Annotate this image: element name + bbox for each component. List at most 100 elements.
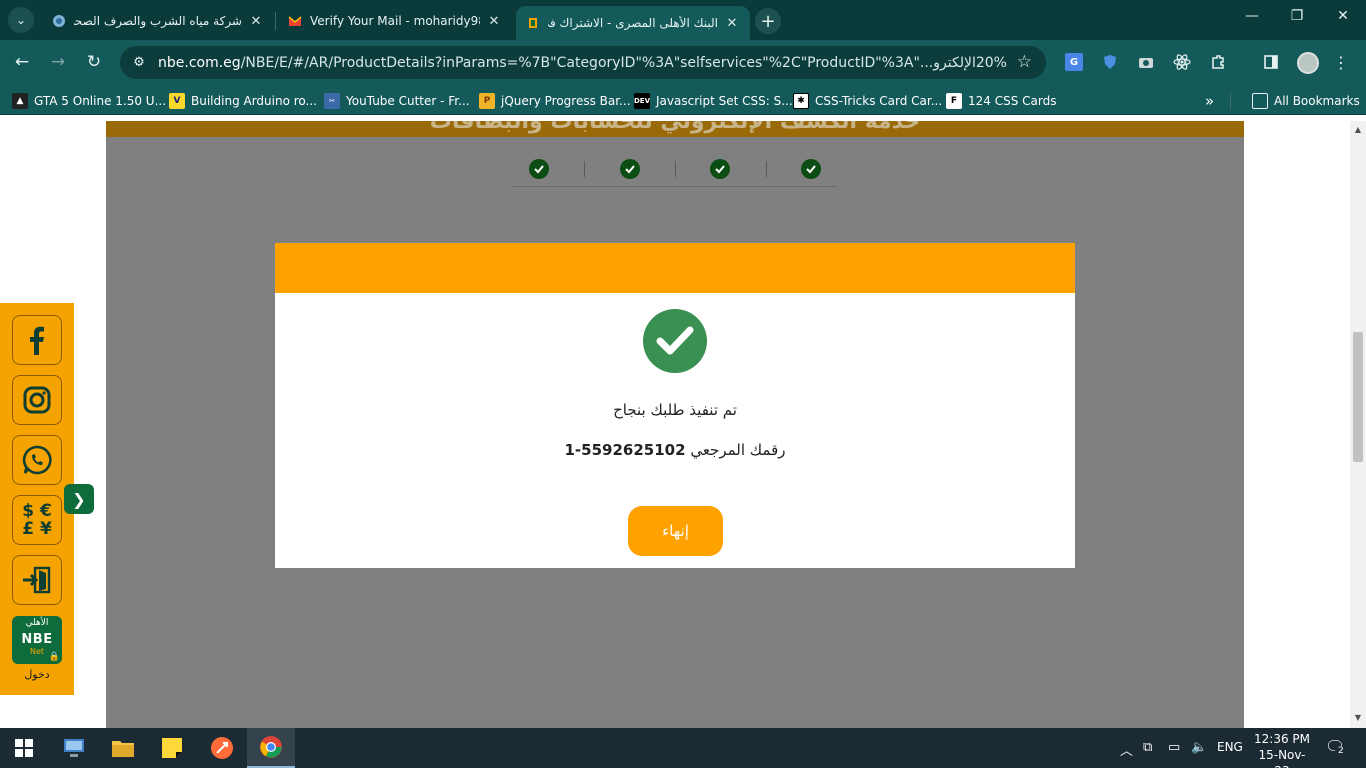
browser-tab-strip: ⌄ شركة مياه الشرب والصرف الصحي ✕ Verify … [0,0,1366,40]
step-check-icon [710,159,730,179]
tab-gmail[interactable]: Verify Your Mail - moharidy98@ ✕ [278,6,512,36]
windows-logo-icon [15,739,33,757]
bookmark-label: jQuery Progress Bar... [501,94,631,108]
all-bookmarks-button[interactable]: All Bookmarks [1252,92,1360,110]
clock-time: 12:36 PM [1254,732,1310,746]
instagram-button[interactable] [12,375,62,425]
bookmark-item[interactable]: ✂ YouTube Cutter - Fr... [324,92,470,110]
bookmark-item[interactable]: F 124 CSS Cards [946,92,1056,110]
currency-icon: $ € £ ¥ [22,501,52,539]
bookmark-item[interactable]: ✱ CSS-Tricks Card Car... [793,92,942,110]
taskbar-app-computer[interactable] [50,728,98,768]
facebook-button[interactable] [12,315,62,365]
extensions-puzzle-icon[interactable] [1209,53,1227,71]
social-sidebar: $ € £ ¥ الأهلي NBE Net 🔒 دخول [0,303,74,695]
new-tab-button[interactable]: + [755,8,781,34]
back-button[interactable]: ← [11,52,33,72]
door-exit-icon [23,566,51,594]
bookmark-item[interactable]: ▲ GTA 5 Online 1.50 U... [12,92,166,110]
tab-divider [275,12,276,30]
shield-extension-icon[interactable] [1101,53,1119,71]
tab-title: شركة مياه الشرب والصرف الصحي [74,14,242,28]
bookmark-star-icon[interactable]: ☆ [1017,52,1032,72]
url-path: /NBE/E/#/AR/ProductDetails?inParams=%7B"… [240,54,1008,71]
whatsapp-button[interactable] [12,435,62,485]
reference-number: 5592625102-1 [564,441,686,459]
branch-exit-button[interactable] [12,555,62,605]
minimize-button[interactable]: — [1242,8,1262,24]
taskbar-app-sticky-notes[interactable] [148,728,196,768]
restore-button[interactable]: ❐ [1287,8,1307,24]
more-bookmarks-button[interactable]: » [1205,92,1214,110]
close-icon[interactable]: ✕ [248,14,264,29]
bookmark-item[interactable]: V Building Arduino ro... [169,92,317,110]
camera-extension-icon[interactable] [1137,53,1155,71]
reload-button[interactable]: ↻ [83,52,105,72]
browser-toolbar: ← → ↻ ⚙ nbe.com.eg/NBE/E/#/AR/ProductDet… [0,40,1366,86]
whatsapp-icon [22,445,52,475]
volume-icon[interactable]: 🔈 [1191,740,1207,755]
bookmark-item[interactable]: DEV Javascript Set CSS: S... [634,92,793,110]
system-clock[interactable]: 12:36 PM 15-Nov-23 [1252,731,1312,768]
tab-nbe[interactable]: البنك الأهلى المصرى - الاشتراك فى ✕ [516,6,750,40]
google-translate-icon[interactable]: G [1065,53,1083,71]
success-message: تم تنفيذ طلبك بنجاح [613,401,737,419]
globe-icon [53,15,65,27]
taskbar-app-chrome[interactable] [247,728,295,768]
tab-title: البنك الأهلى المصرى - الاشتراك فى [548,16,718,30]
step-check-icon [620,159,640,179]
page-title-strip: خدمة الكشف الإلكتروني للحسابات والبطاقات [106,121,1244,137]
tab-water-company[interactable]: شركة مياه الشرب والصرف الصحي ✕ [42,6,274,36]
p-logo-icon: P [479,93,495,109]
nbe-favicon-icon [529,18,537,28]
postman-icon [211,737,233,759]
profile-avatar[interactable] [1297,52,1319,74]
language-indicator[interactable]: ENG [1217,740,1243,754]
show-hidden-icons-button[interactable]: ︿ [1120,740,1133,759]
close-icon[interactable]: ✕ [486,14,502,29]
bookmark-item[interactable]: P jQuery Progress Bar... [479,92,631,110]
progress-steps [512,157,837,187]
reload-icon: ↻ [86,52,102,72]
taskbar-app-file-explorer[interactable] [99,728,147,768]
computer-icon [64,739,84,757]
tab-title: Verify Your Mail - moharidy98@ [310,14,480,28]
chrome-icon [260,736,282,758]
taskbar-app-postman[interactable] [198,728,246,768]
finish-button[interactable]: إنهاء [628,506,723,556]
start-button[interactable] [0,728,48,768]
nbe-net-login-button[interactable]: الأهلي NBE Net 🔒 [12,616,62,664]
site-info-icon[interactable]: ⚙ [128,55,150,70]
scroll-down-icon[interactable]: ▼ [1350,713,1366,722]
gta-icon: ▲ [12,93,28,109]
login-label: دخول [24,668,50,681]
currency-rates-button[interactable]: $ € £ ¥ [12,495,62,545]
forward-button[interactable]: → [47,52,69,72]
react-devtools-icon[interactable] [1173,53,1191,71]
close-window-button[interactable]: ✕ [1333,8,1353,24]
tab-search-button[interactable]: ⌄ [8,7,34,33]
reference-label: رقمك المرجعي [690,441,786,459]
notifications-button[interactable]: 🗨 2 [1325,737,1347,756]
network-icon[interactable]: ▭ [1168,740,1180,755]
url-host: nbe.com.eg [158,54,241,71]
plus-icon: + [760,10,776,32]
scrollbar-thumb[interactable] [1353,332,1363,462]
close-icon[interactable]: ✕ [724,16,740,31]
url-text[interactable]: nbe.com.eg/NBE/E/#/AR/ProductDetails?inP… [158,55,1008,71]
scroll-up-icon[interactable]: ▲ [1350,125,1366,134]
page-scrollbar[interactable]: ▲ ▼ [1350,121,1366,728]
security-tray-icon[interactable]: ⧉ [1143,740,1152,755]
address-bar[interactable]: ⚙ nbe.com.eg/NBE/E/#/AR/ProductDetails?i… [120,46,1046,79]
instagram-icon [23,386,51,414]
step-check-icon [529,159,549,179]
bookmark-label: Javascript Set CSS: S... [656,94,793,108]
sidebar-toggle-button[interactable]: ❯ [64,484,94,514]
clock-date: 15-Nov-23 [1258,748,1306,768]
side-panel-icon[interactable] [1262,53,1280,71]
bookmark-label: GTA 5 Online 1.50 U... [34,94,167,108]
bookmark-divider [1230,92,1231,110]
success-check-icon [643,309,707,373]
menu-kebab-icon[interactable]: ⋮ [1332,53,1350,72]
nbe-label: NBE [21,632,53,647]
